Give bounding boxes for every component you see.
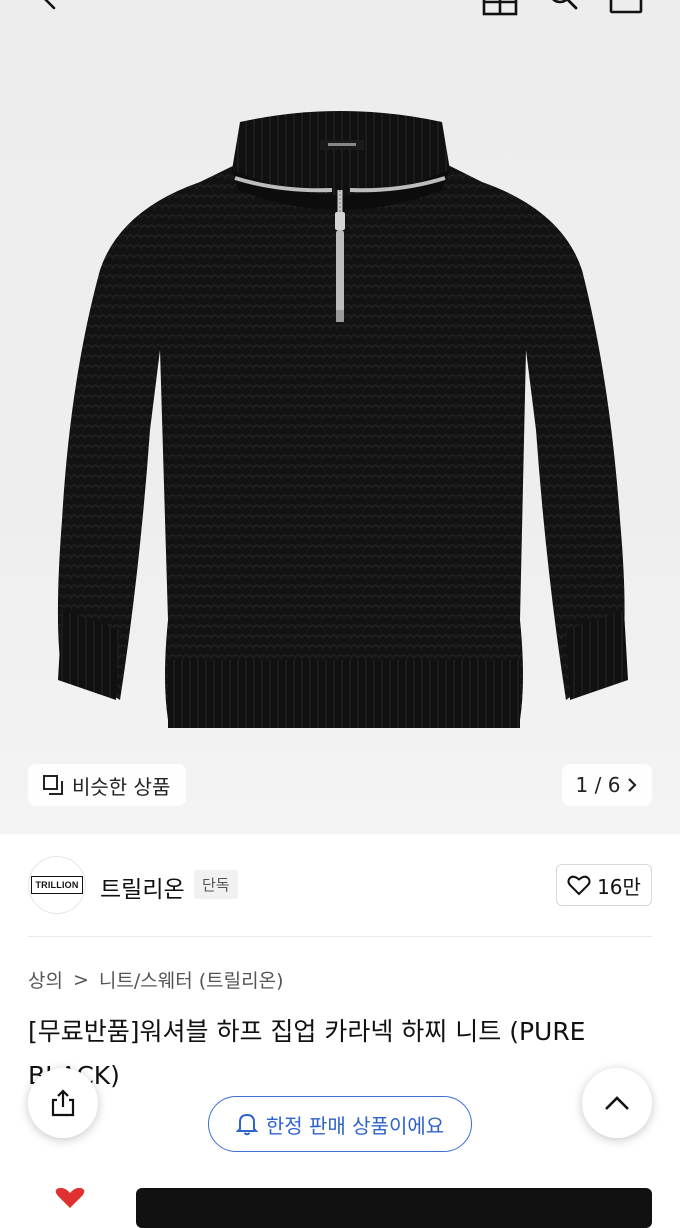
pager-count: 1 / 6 <box>575 773 621 797</box>
brand-logo[interactable]: TRILLION <box>28 856 86 914</box>
brand-name[interactable]: 트릴리온 <box>100 870 185 904</box>
bell-icon <box>235 1113 258 1136</box>
share-icon <box>51 1089 75 1117</box>
cart-icon[interactable] <box>608 0 644 16</box>
product-image-gallery[interactable]: 비슷한 상품 1 / 6 <box>0 0 680 834</box>
product-photo <box>57 111 628 728</box>
share-button[interactable] <box>28 1068 98 1138</box>
brand-like-button[interactable]: 16만 <box>556 864 652 906</box>
wishlist-heart-icon[interactable] <box>50 1188 90 1208</box>
image-pager[interactable]: 1 / 6 <box>562 764 652 806</box>
like-count: 16만 <box>597 874 641 899</box>
brand-logo-text: TRILLION <box>31 876 83 894</box>
buy-button[interactable] <box>136 1188 652 1228</box>
product-title: [무료반품]워셔블 하프 집업 카라넥 하찌 니트 (PURE BLACK) <box>28 1017 586 1090</box>
breadcrumb-category[interactable]: 상의 <box>28 966 63 993</box>
breadcrumb-subcategory[interactable]: 니트/스웨터 (트릴리온) <box>99 966 284 993</box>
breadcrumb-separator: > <box>72 968 89 991</box>
exclusive-badge: 단독 <box>194 870 238 899</box>
search-icon[interactable] <box>546 0 580 16</box>
limited-sale-toast: 한정 판매 상품이에요 <box>208 1096 472 1152</box>
chevron-right-icon <box>628 778 638 792</box>
limited-sale-label: 한정 판매 상품이에요 <box>265 1113 445 1138</box>
similar-items-icon <box>43 775 63 795</box>
divider <box>28 936 652 937</box>
similar-products-button[interactable]: 비슷한 상품 <box>28 764 186 806</box>
similar-products-label: 비슷한 상품 <box>72 774 171 799</box>
back-arrow-icon[interactable] <box>34 0 64 16</box>
gift-icon[interactable] <box>482 0 518 16</box>
heart-outline-icon <box>567 875 591 896</box>
breadcrumb: 상의 > 니트/스웨터 (트릴리온) <box>28 966 283 993</box>
chevron-up-icon <box>605 1096 629 1110</box>
scroll-top-button[interactable] <box>582 1068 652 1138</box>
brand-row: TRILLION 트릴리온 단독 16만 <box>28 856 652 914</box>
